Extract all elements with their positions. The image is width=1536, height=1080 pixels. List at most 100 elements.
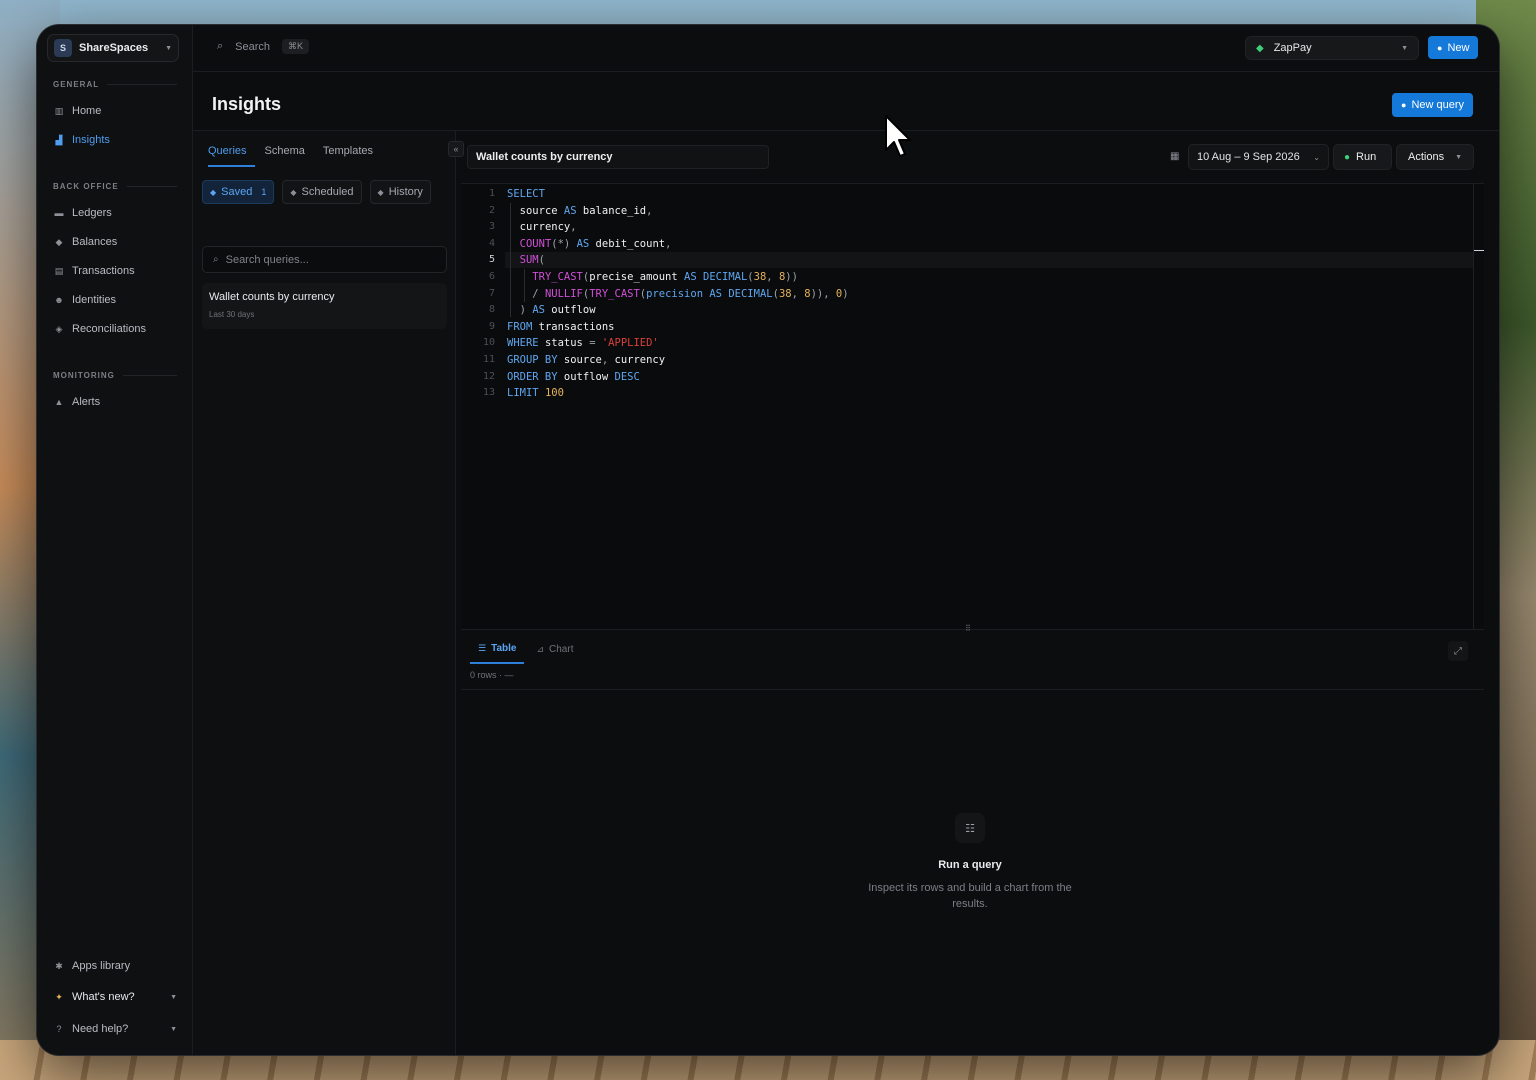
collapse-panel-icon[interactable]: « <box>448 141 464 157</box>
plus-icon: ● <box>1401 100 1407 110</box>
empty-state-title: Run a query <box>938 859 1002 871</box>
sidebar-item-label: Alerts <box>72 396 101 408</box>
expand-icon[interactable]: ⤢ <box>1448 641 1468 661</box>
results-tabs: ☰ Table ⊿ Chart <box>470 643 585 664</box>
sidebar-item-balances[interactable]: ◆ Balances <box>53 232 177 252</box>
new-query-button[interactable]: ● New query <box>1392 93 1474 117</box>
chip-label: History <box>388 186 423 198</box>
tab-schema[interactable]: Schema <box>265 145 313 167</box>
chevron-down-icon: ▼ <box>1401 44 1408 52</box>
app-window: S ShareSpaces ▼ GENERAL ▥ Home ▟ Insight… <box>37 25 1499 1055</box>
sidebar-item-home[interactable]: ▥ Home <box>53 101 177 121</box>
list-icon: ☰ <box>478 643 487 653</box>
users-icon: ☻ <box>54 295 64 305</box>
wifi-icon: ◆ <box>1256 42 1264 54</box>
tab-queries[interactable]: Queries <box>208 145 255 167</box>
sidebar-item-label: Ledgers <box>72 207 112 219</box>
chip-scheduled[interactable]: ◆ Scheduled <box>282 180 362 204</box>
reconcile-icon: ◈ <box>55 323 63 334</box>
bar-chart-icon: ▟ <box>55 134 63 145</box>
sidebar-item-label: Transactions <box>72 265 135 277</box>
sidebar-item-transactions[interactable]: ▤ Transactions <box>53 261 177 281</box>
sidebar-item-label: Apps library <box>72 960 131 972</box>
sidebar-item-label: Identities <box>72 294 117 306</box>
chevron-down-icon: ⌄ <box>1313 152 1320 162</box>
search-queries-input[interactable]: ⌕ Search queries... <box>202 246 447 273</box>
org-name: ZapPay <box>1273 42 1312 54</box>
top-bar: ⌕ Search ⌘K ◆ ZapPay ▼ ● New <box>193 25 1499 72</box>
tab-table[interactable]: ☰ Table <box>470 643 525 664</box>
chip-label: Scheduled <box>301 186 354 198</box>
sidebar-item-insights[interactable]: ▟ Insights <box>53 130 177 150</box>
scrollbar-marker <box>1474 250 1484 251</box>
editor-results-splitter[interactable] <box>461 629 1484 630</box>
stack-icon: ◆ <box>210 187 217 197</box>
row-count: 0 rows · — <box>470 670 514 680</box>
chip-saved[interactable]: ◆ Saved 1 <box>202 180 275 204</box>
query-name-field[interactable]: Wallet counts by currency <box>467 145 769 169</box>
section-label-back-office: BACK OFFICE <box>53 182 177 191</box>
sidebar-item-label: Home <box>72 105 102 117</box>
query-item-title: Wallet counts by currency <box>209 291 335 303</box>
search-shortcut: ⌘K <box>282 39 310 54</box>
date-range-picker[interactable]: 10 Aug – 9 Sep 2026 ⌄ <box>1188 144 1329 170</box>
chart-icon: ⊿ <box>536 644 545 654</box>
new-query-label: New query <box>1411 99 1465 111</box>
line-numbers: 1 2 3 4 5 6 7 8 9 10 11 12 13 <box>482 188 495 399</box>
date-range-value: 10 Aug – 9 Sep 2026 <box>1197 151 1300 163</box>
org-switcher[interactable]: ◆ ZapPay ▼ <box>1245 36 1419 60</box>
new-button[interactable]: ● New <box>1428 36 1479 59</box>
sidebar-item-reconciliations[interactable]: ◈ Reconciliations <box>53 319 177 339</box>
plus-icon: ● <box>1437 42 1443 53</box>
mouse-cursor-icon <box>885 115 911 157</box>
sql-code[interactable]: SELECT source AS balance_id, currency, C… <box>507 186 849 402</box>
play-icon: ● <box>1344 151 1351 163</box>
results-divider <box>461 689 1484 690</box>
new-button-label: New <box>1447 41 1470 54</box>
global-search[interactable]: ⌕ Search ⌘K <box>217 39 310 54</box>
list-item[interactable]: Wallet counts by currency Last 30 days <box>202 283 447 329</box>
query-item-subtitle: Last 30 days <box>209 310 255 319</box>
sidebar-item-whats-new[interactable]: ✦ What's new? ▼ <box>53 987 177 1007</box>
puzzle-icon: ✱ <box>55 960 63 971</box>
folder-icon: ▬ <box>54 208 64 218</box>
tab-templates[interactable]: Templates <box>323 145 381 167</box>
workspace-switcher[interactable]: S ShareSpaces ▼ <box>47 34 179 62</box>
drag-handle-icon[interactable]: ⠿ <box>965 624 971 633</box>
chevron-down-icon: ▼ <box>1455 153 1462 161</box>
section-label-monitoring: MONITORING <box>53 371 177 380</box>
help-icon: ? <box>56 1024 62 1034</box>
chip-history[interactable]: ◆ History <box>369 180 431 204</box>
home-icon: ▥ <box>54 105 64 116</box>
sql-editor[interactable]: 1 2 3 4 5 6 7 8 9 10 11 12 13 SELECT source AS balan… <box>461 183 1484 630</box>
sparkle-icon: ✦ <box>55 991 63 1002</box>
transaction-icon: ▤ <box>54 265 64 276</box>
sidebar-item-alerts[interactable]: ▲ Alerts <box>53 392 177 412</box>
sidebar-item-label: What's new? <box>72 991 135 1003</box>
tab-label: Chart <box>549 644 574 655</box>
empty-state-subtitle: Inspect its rows and build a chart from … <box>868 882 1072 910</box>
list-icon: ☷ <box>955 813 985 843</box>
chevron-down-icon: ▼ <box>165 44 172 52</box>
tab-label: Table <box>491 643 517 654</box>
sidebar-item-identities[interactable]: ☻ Identities <box>53 290 177 310</box>
queries-panel: Queries Schema Templates ◆ Saved 1 ◆ Sch… <box>193 131 456 1055</box>
chevron-down-icon: ▼ <box>170 993 177 1001</box>
tab-chart[interactable]: ⊿ Chart <box>528 643 581 664</box>
run-label: Run <box>1356 151 1377 163</box>
query-filter-chips: ◆ Saved 1 ◆ Scheduled ◆ History <box>202 180 431 204</box>
actions-label: Actions <box>1408 151 1445 163</box>
sidebar-item-label: Reconciliations <box>72 323 146 335</box>
actions-button[interactable]: Actions ▼ <box>1396 144 1474 170</box>
chip-label: Saved <box>221 186 253 198</box>
sidebar-item-need-help[interactable]: ? Need help? ▼ <box>53 1019 177 1039</box>
chevron-down-icon: ▼ <box>170 1025 177 1033</box>
calendar-icon: ▦ <box>1170 151 1180 162</box>
sidebar-item-ledgers[interactable]: ▬ Ledgers <box>53 203 177 223</box>
sidebar-item-apps-library[interactable]: ✱ Apps library <box>53 956 177 976</box>
run-button[interactable]: ● Run <box>1333 144 1392 170</box>
chip-count: 1 <box>261 187 267 197</box>
stack-icon: ◆ <box>377 187 384 197</box>
workspace-avatar: S <box>54 39 72 57</box>
search-label: Search <box>235 40 271 53</box>
